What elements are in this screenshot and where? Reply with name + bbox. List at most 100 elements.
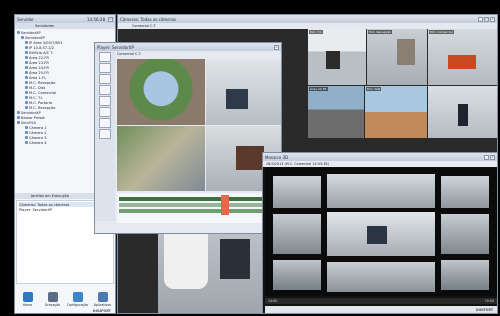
camera-view[interactable]: M.C. T.I. <box>308 29 366 85</box>
camera-icon <box>25 86 28 89</box>
tree-item-label: M.C. Recepção <box>29 105 56 110</box>
camera-label: M.C. T.I. <box>309 30 323 34</box>
tree-item-label: Edifício A/C T. <box>29 50 54 55</box>
tree-item-label: Área 24-FR <box>29 65 49 70</box>
camera-view[interactable]: M.C. Comercial <box>428 29 497 85</box>
minimize-icon[interactable]: _ <box>484 154 489 160</box>
camera-icon <box>25 136 28 139</box>
export-icon[interactable] <box>99 96 111 106</box>
play-icon[interactable] <box>99 85 111 95</box>
snapshot-icon[interactable] <box>99 129 111 139</box>
mosaic-tile[interactable] <box>441 260 489 290</box>
tree-item-label: Câmera 1 <box>29 125 47 130</box>
mosaic-tile-main[interactable] <box>327 212 435 256</box>
nav-recording-label: Gravação <box>44 303 61 307</box>
camera-icon <box>25 71 28 74</box>
tree-item-label: Área 25-FR <box>29 70 49 75</box>
nav-recording-button[interactable]: Gravação <box>42 292 64 307</box>
tree-item-label: M.C. Dist <box>29 85 46 90</box>
close-icon[interactable]: × <box>490 16 495 22</box>
camera-icon <box>25 126 28 129</box>
close-icon[interactable]: × <box>490 154 495 160</box>
close-icon[interactable]: × <box>108 16 113 22</box>
nav-home-button[interactable]: Home <box>17 292 39 307</box>
session-label: Câmeras: Todas as câmeras <box>19 202 70 207</box>
mosaic-tile[interactable] <box>273 214 321 254</box>
brand-text: DIGIFORT <box>92 309 111 313</box>
layout-3x3-button[interactable] <box>99 74 111 84</box>
tree-item-label: IP Area 3/00/7/801 <box>29 40 63 45</box>
cameras-window-titlebar[interactable]: Câmeras: Todas as câmeras _ □ × <box>118 15 497 23</box>
minimize-icon[interactable]: _ <box>478 16 483 22</box>
timeline-marker[interactable] <box>221 195 229 215</box>
close-icon[interactable]: × <box>274 44 279 50</box>
player-view-aerial[interactable] <box>117 126 205 191</box>
mosaic-3d-view[interactable] <box>265 168 497 296</box>
camera-scene-object <box>448 55 476 69</box>
maximize-icon[interactable]: □ <box>484 16 489 22</box>
apps-icon <box>97 292 108 302</box>
server-icon <box>17 116 20 119</box>
tree-item-label: ServFSA <box>21 120 36 125</box>
camera-icon <box>25 41 28 44</box>
nav-settings-button[interactable]: Configuração <box>67 292 89 307</box>
layout-2x2-button[interactable] <box>99 63 111 73</box>
tree-item-label: Baixar Preset <box>21 115 45 120</box>
nav-apps-button[interactable]: Aplicativos <box>92 292 114 307</box>
mosaic-tile[interactable] <box>327 174 435 208</box>
home-icon <box>22 292 33 302</box>
server-panel-titlebar[interactable]: Servidor 14:56:28 × <box>15 15 115 23</box>
player-view-office[interactable] <box>206 59 281 125</box>
camera-scene-object <box>220 239 250 279</box>
camera-scene-object <box>226 89 248 109</box>
mosaic-tile[interactable] <box>441 176 489 208</box>
mosaic-tile[interactable] <box>273 260 321 290</box>
print-icon[interactable] <box>99 118 111 128</box>
server-time: 14:56:28 <box>87 16 105 22</box>
tree-item-label: M.C. Recepção <box>29 80 56 85</box>
server-icon <box>21 36 24 39</box>
camera-scene-object <box>367 226 387 244</box>
mosaic-tile[interactable] <box>441 214 489 254</box>
server-panel-title: Servidor <box>17 16 34 22</box>
tree-item-label: Área 23-FR <box>29 60 49 65</box>
timeline-track[interactable] <box>119 203 269 207</box>
player-window-titlebar[interactable]: Player: ServidorXP × <box>95 43 281 51</box>
camera-icon <box>25 46 28 49</box>
timeline-track[interactable] <box>119 209 269 213</box>
layout-1x1-button[interactable] <box>99 52 111 62</box>
tree-item-label: M.C. Comercial <box>29 90 57 95</box>
player-window-title: Player: ServidorXP <box>97 44 134 50</box>
camera-view[interactable] <box>428 86 497 138</box>
tree-item-label: Câmera 2 <box>29 130 47 135</box>
search-icon[interactable] <box>99 107 111 117</box>
camera-icon <box>25 56 28 59</box>
tree-item-label: ServidorXP <box>21 110 41 115</box>
tree-item-label: Câmera 4 <box>29 140 47 145</box>
timeline-track[interactable] <box>119 197 269 201</box>
mosaic-tile[interactable] <box>327 262 435 292</box>
player-view-fisheye[interactable] <box>117 59 205 125</box>
camera-icon <box>25 51 28 54</box>
camera-scene-object <box>326 51 340 69</box>
player-tab[interactable]: Comercial C.T. <box>117 52 141 56</box>
cameras-window-title: Câmeras: Todas as câmeras <box>120 16 176 22</box>
server-icon <box>17 31 20 34</box>
tab-camera[interactable]: Comercial C.T. <box>132 24 156 28</box>
tree-item-label: ServidorXP <box>21 30 41 35</box>
camera-icon <box>25 81 28 84</box>
player-timeline[interactable] <box>117 193 281 223</box>
camera-view[interactable]: Área 24-FR <box>308 86 364 138</box>
recording-icon <box>47 292 58 302</box>
mosaic-footer: DIGIFORT <box>265 306 497 313</box>
mosaic-timestamp-text: 28/3/2013 (M.C. Comercial 14:55:38) <box>266 162 329 166</box>
brand-logo: DIGIFORT <box>93 309 111 313</box>
player-window: Player: ServidorXP × Comercial C.T. <box>94 42 282 234</box>
camera-view[interactable]: M.C. Dist <box>365 86 427 138</box>
camera-view[interactable]: M.C. Recepção <box>367 29 427 85</box>
camera-icon <box>25 106 28 109</box>
mosaic-window-titlebar[interactable]: Mosaico 3D _ × <box>263 153 497 161</box>
mosaic-tile[interactable] <box>273 176 321 208</box>
camera-label: M.C. Dist <box>366 87 382 91</box>
mosaic-timebar[interactable]: 14:00 15:00 <box>265 298 497 304</box>
